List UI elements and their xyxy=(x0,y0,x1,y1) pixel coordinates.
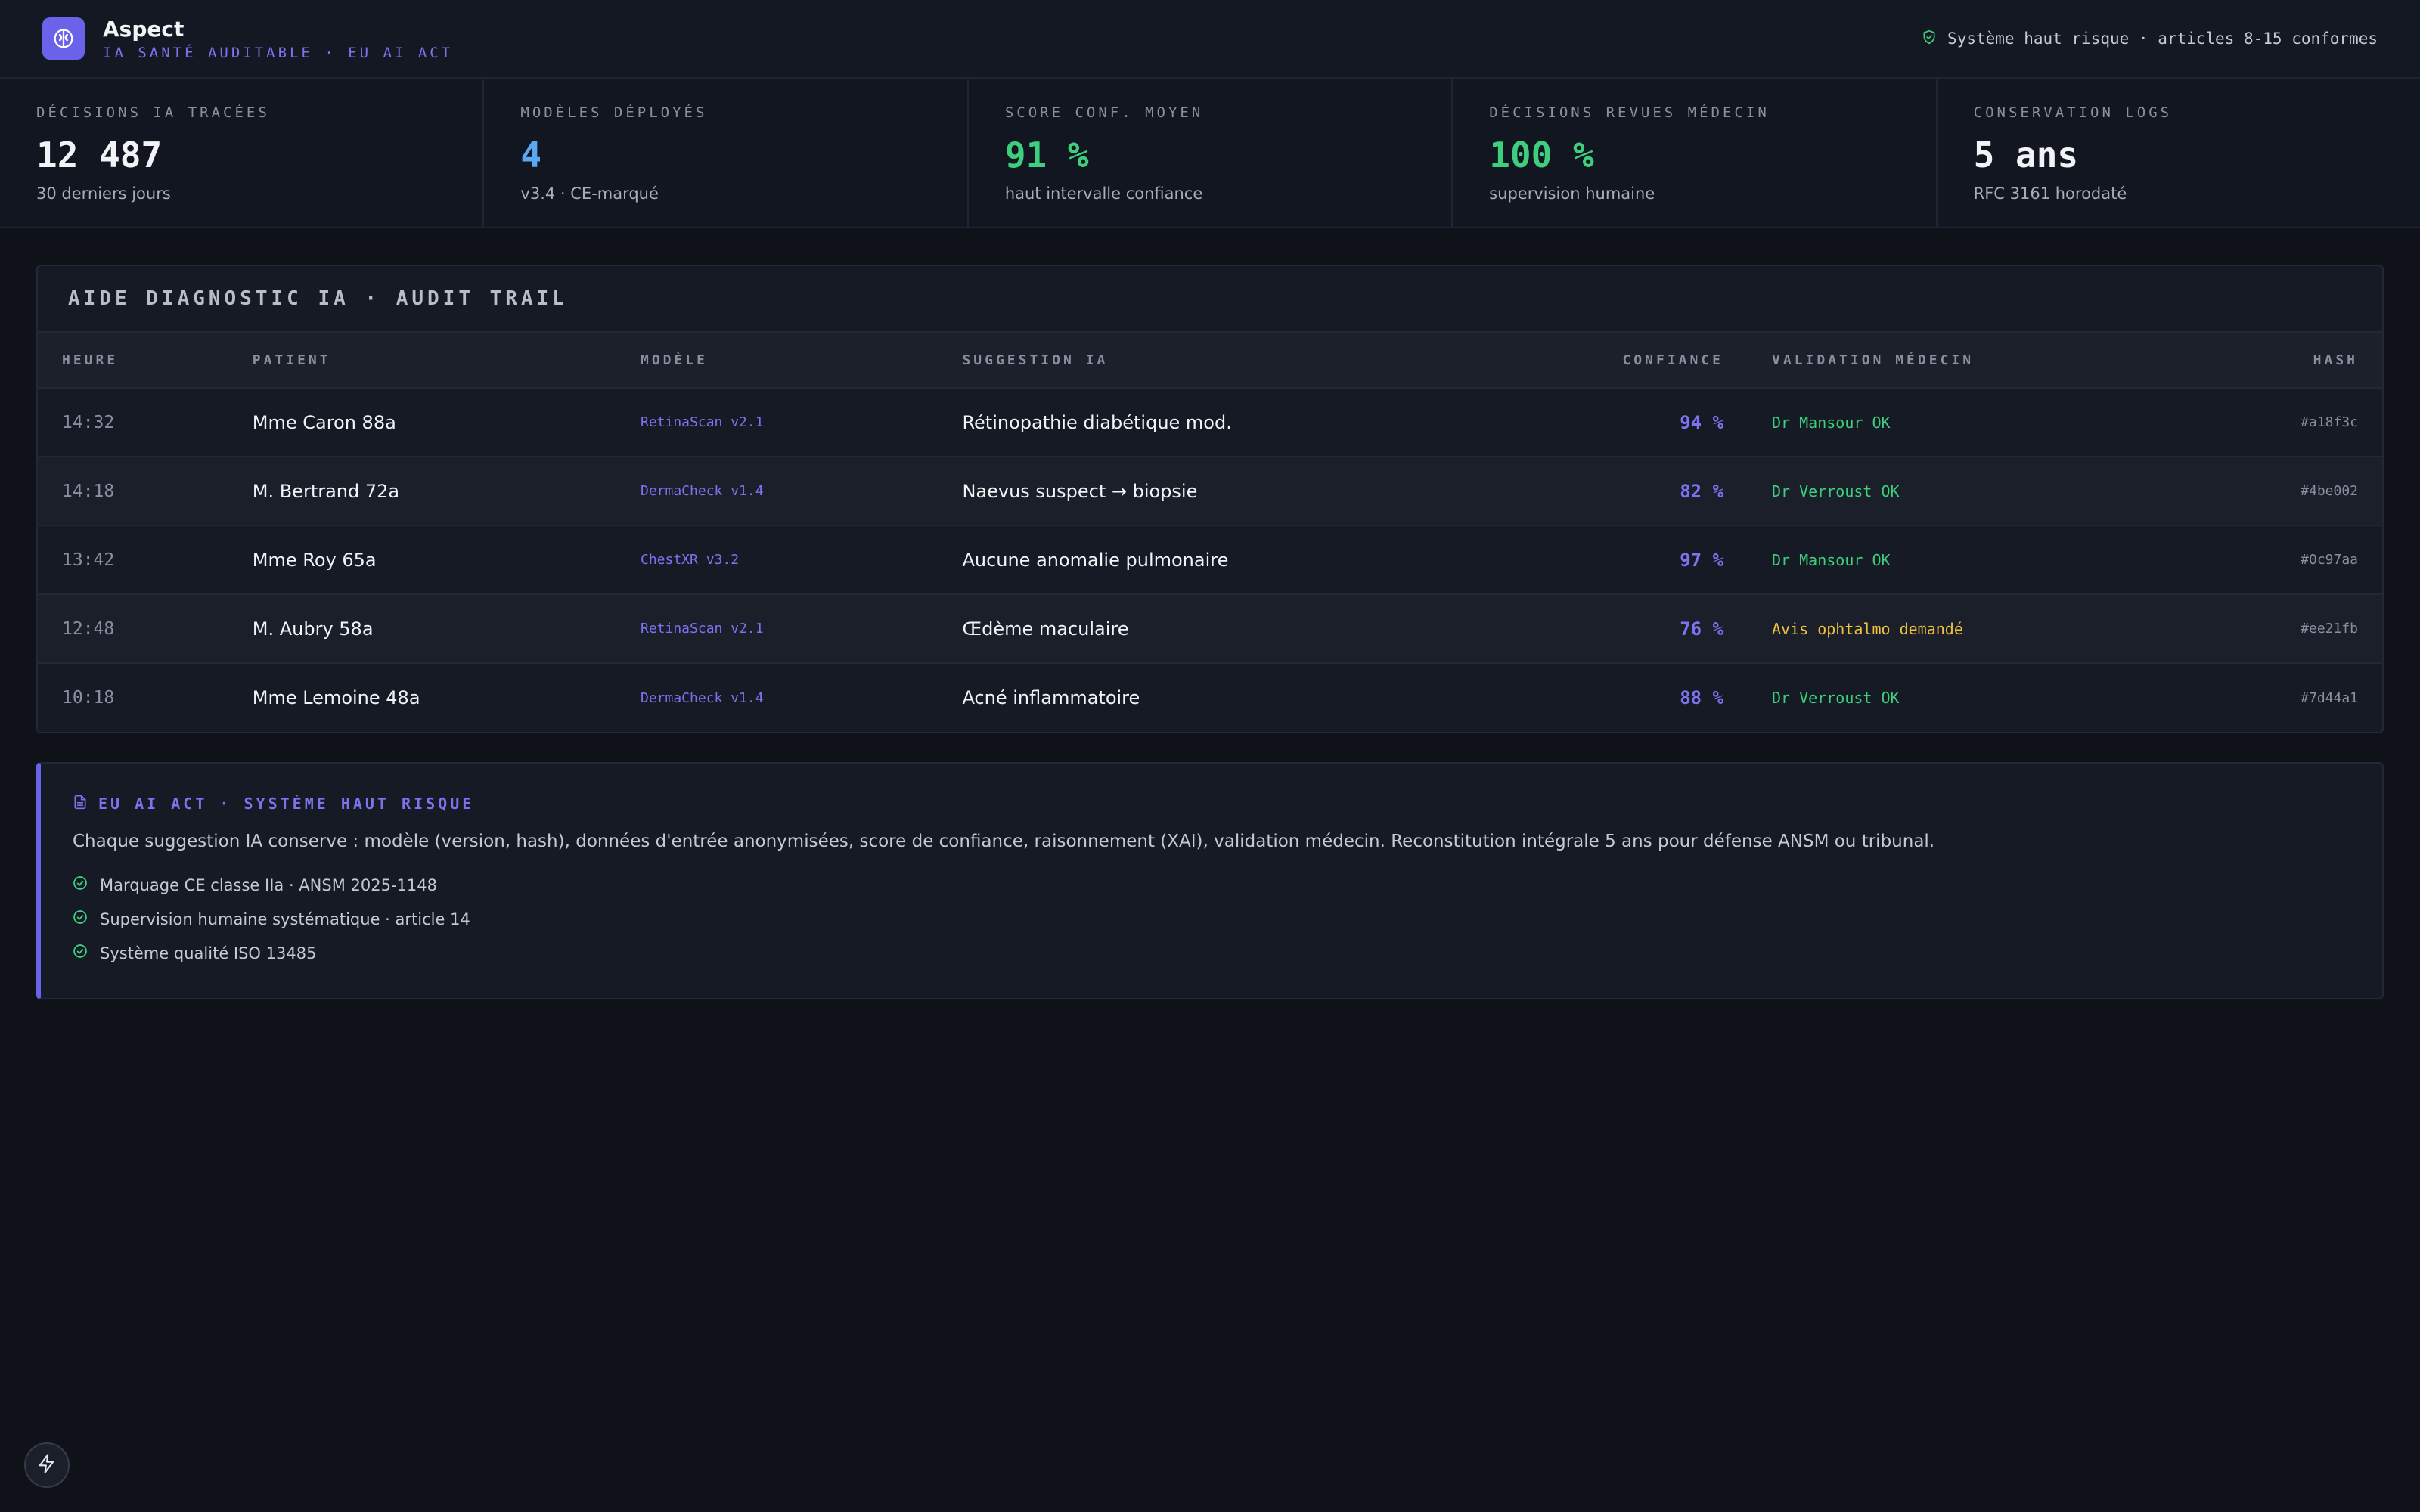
cell-model: DermaCheck v1.4 xyxy=(641,689,764,706)
table-row[interactable]: 14:18 M. Bertrand 72a DermaCheck v1.4 Na… xyxy=(38,457,2382,525)
brain-icon xyxy=(42,17,85,60)
kpi-sub: RFC 3161 horodaté xyxy=(1973,184,2127,203)
cell-hash: #7d44a1 xyxy=(2301,689,2358,706)
kpi-reviewed: DÉCISIONS REVUES MÉDECIN 100 % supervisi… xyxy=(1453,79,1938,227)
panel-title: AIDE DIAGNOSTIC IA · AUDIT TRAIL xyxy=(68,287,568,310)
cell-patient: M. Bertrand 72a xyxy=(252,480,400,502)
kpi-value: 100 % xyxy=(1489,135,1594,175)
cell-patient: Mme Lemoine 48a xyxy=(252,687,420,708)
bolt-icon xyxy=(36,1453,57,1477)
cell-hash: #0c97aa xyxy=(2301,552,2358,568)
list-item-label: Supervision humaine systématique · artic… xyxy=(100,909,470,928)
cell-suggestion: Aucune anomalie pulmonaire xyxy=(962,549,1229,571)
note-checklist: Marquage CE classe IIa · ANSM 2025-1148 … xyxy=(73,868,2350,970)
bolt-button[interactable] xyxy=(24,1442,70,1488)
kpi-retention: CONSERVATION LOGS 5 ans RFC 3161 horodat… xyxy=(1938,79,2420,227)
list-item: Marquage CE classe IIa · ANSM 2025-1148 xyxy=(73,868,2350,902)
column-header-suggestion[interactable]: SUGGESTION IA xyxy=(938,331,1408,389)
table-row[interactable]: 14:32 Mme Caron 88a RetinaScan v2.1 Réti… xyxy=(38,388,2382,457)
check-circle-icon xyxy=(73,943,88,962)
eu-ai-act-note: EU AI ACT · SYSTÈME HAUT RISQUE Chaque s… xyxy=(36,762,2384,999)
column-header-validation[interactable]: VALIDATION MÉDECIN xyxy=(1748,331,2126,389)
cell-confidence: 88 % xyxy=(1680,687,1724,708)
kpi-sub: supervision humaine xyxy=(1489,184,1655,203)
kpi-value: 5 ans xyxy=(1973,135,2079,175)
cell-time: 10:18 xyxy=(62,688,115,708)
kpi-sub: 30 derniers jours xyxy=(36,184,171,203)
cell-suggestion: Rétinopathie diabétique mod. xyxy=(962,411,1232,433)
cell-confidence: 94 % xyxy=(1680,411,1724,433)
kpi-sub: haut intervalle confiance xyxy=(1004,184,1203,203)
cell-confidence: 76 % xyxy=(1680,618,1724,640)
column-header-patient[interactable]: PATIENT xyxy=(228,331,616,389)
note-title: EU AI ACT · SYSTÈME HAUT RISQUE xyxy=(98,795,475,813)
list-item: Système qualité ISO 13485 xyxy=(73,936,2350,970)
list-item: Supervision humaine systématique · artic… xyxy=(73,902,2350,936)
cell-validation: Dr Mansour OK xyxy=(1772,550,1891,569)
kpi-models: MODÈLES DÉPLOYÉS 4 v3.4 · CE-marqué xyxy=(484,79,969,227)
column-header-time[interactable]: HEURE xyxy=(38,331,228,389)
cell-suggestion: Naevus suspect → biopsie xyxy=(962,480,1198,502)
cell-model: RetinaScan v2.1 xyxy=(641,414,764,430)
column-header-hash[interactable]: HASH xyxy=(2125,331,2382,389)
shield-check-icon xyxy=(1922,29,1937,49)
kpi-decisions: DÉCISIONS IA TRACÉES 12 487 30 derniers … xyxy=(0,79,485,227)
table-row[interactable]: 12:48 M. Aubry 58a RetinaScan v2.1 Œdème… xyxy=(38,594,2382,663)
kpi-label: MODÈLES DÉPLOYÉS xyxy=(520,104,708,121)
cell-patient: Mme Roy 65a xyxy=(252,549,377,571)
cell-suggestion: Acné inflammatoire xyxy=(962,687,1140,708)
compliance-status: Système haut risque · articles 8-15 conf… xyxy=(1922,29,2378,49)
cell-confidence: 97 % xyxy=(1680,549,1724,571)
cell-model: ChestXR v3.2 xyxy=(641,552,740,568)
cell-hash: #a18f3c xyxy=(2301,414,2358,430)
cell-hash: #4be002 xyxy=(2301,483,2358,499)
table-header-row: HEURE PATIENT MODÈLE SUGGESTION IA CONFI… xyxy=(38,331,2382,389)
list-item-label: Système qualité ISO 13485 xyxy=(100,943,317,962)
kpi-sub: v3.4 · CE-marqué xyxy=(520,184,659,203)
note-header: EU AI ACT · SYSTÈME HAUT RISQUE xyxy=(73,794,2350,813)
list-item-label: Marquage CE classe IIa · ANSM 2025-1148 xyxy=(100,875,437,894)
cell-validation: Dr Verroust OK xyxy=(1772,689,1900,707)
cell-hash: #ee21fb xyxy=(2301,621,2358,637)
cell-suggestion: Œdème maculaire xyxy=(962,618,1129,640)
cell-validation: Dr Mansour OK xyxy=(1772,413,1891,432)
audit-table: HEURE PATIENT MODÈLE SUGGESTION IA CONFI… xyxy=(38,331,2382,732)
cell-model: DermaCheck v1.4 xyxy=(641,483,764,499)
note-body: Chaque suggestion IA conserve : modèle (… xyxy=(73,832,1935,851)
column-header-confidence[interactable]: CONFIANCE xyxy=(1407,331,1748,389)
cell-validation: Avis ophtalmo demandé xyxy=(1772,619,1963,638)
check-circle-icon xyxy=(73,909,88,928)
cell-time: 14:32 xyxy=(62,412,115,432)
cell-time: 14:18 xyxy=(62,481,115,501)
kpi-label: SCORE CONF. MOYEN xyxy=(1004,104,1204,121)
kpi-value: 12 487 xyxy=(36,135,163,175)
kpi-confidence: SCORE CONF. MOYEN 91 % haut intervalle c… xyxy=(969,79,1454,227)
document-icon xyxy=(73,794,88,813)
app-subtitle: IA SANTÉ AUDITABLE · EU AI ACT xyxy=(103,44,454,61)
cell-time: 13:42 xyxy=(62,550,115,570)
cell-time: 12:48 xyxy=(62,618,115,639)
cell-model: RetinaScan v2.1 xyxy=(641,621,764,637)
audit-trail-panel: AIDE DIAGNOSTIC IA · AUDIT TRAIL HEURE P… xyxy=(36,265,2384,733)
cell-confidence: 82 % xyxy=(1680,480,1724,502)
kpi-value: 91 % xyxy=(1004,135,1089,175)
table-row[interactable]: 13:42 Mme Roy 65a ChestXR v3.2 Aucune an… xyxy=(38,525,2382,594)
cell-patient: Mme Caron 88a xyxy=(252,411,396,433)
kpi-label: DÉCISIONS IA TRACÉES xyxy=(36,104,270,121)
kpi-label: DÉCISIONS REVUES MÉDECIN xyxy=(1489,104,1770,121)
cell-patient: M. Aubry 58a xyxy=(252,618,374,640)
compliance-text: Système haut risque · articles 8-15 conf… xyxy=(1947,29,2378,48)
cell-validation: Dr Verroust OK xyxy=(1772,482,1900,500)
app-header: Aspect IA SANTÉ AUDITABLE · EU AI ACT Sy… xyxy=(0,0,2420,79)
kpi-label: CONSERVATION LOGS xyxy=(1973,104,2173,121)
check-circle-icon xyxy=(73,875,88,894)
kpi-value: 4 xyxy=(520,135,542,175)
kpi-strip: DÉCISIONS IA TRACÉES 12 487 30 derniers … xyxy=(0,79,2420,228)
table-row[interactable]: 10:18 Mme Lemoine 48a DermaCheck v1.4 Ac… xyxy=(38,663,2382,732)
brand[interactable]: Aspect IA SANTÉ AUDITABLE · EU AI ACT xyxy=(42,17,453,61)
column-header-model[interactable]: MODÈLE xyxy=(616,331,939,389)
app-name: Aspect xyxy=(103,16,185,42)
